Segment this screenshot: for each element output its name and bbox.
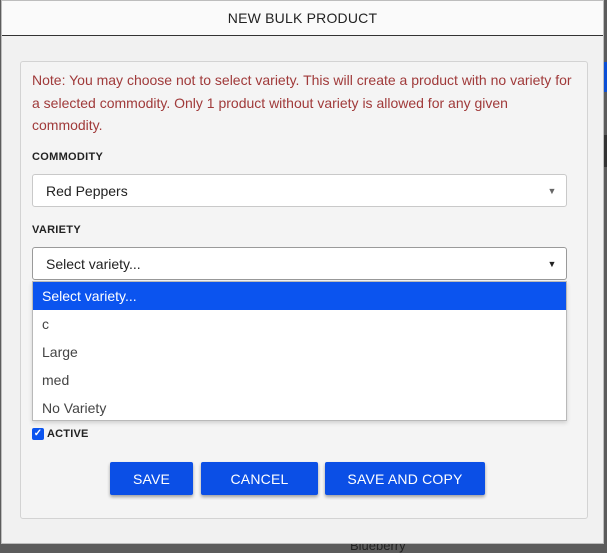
new-bulk-product-modal: NEW BULK PRODUCT Note: You may choose no…: [1, 0, 604, 544]
variety-option[interactable]: Large: [33, 338, 566, 366]
variety-dropdown-list: Select variety... c Large med No Variety: [32, 281, 567, 421]
commodity-select[interactable]: Red Peppers ▼: [32, 174, 567, 207]
modal-header: NEW BULK PRODUCT: [2, 1, 603, 36]
variety-note: Note: You may choose not to select varie…: [32, 72, 572, 133]
variety-option[interactable]: Select variety...: [33, 282, 566, 310]
checkbox-checked-icon[interactable]: ✓: [32, 428, 44, 440]
variety-option[interactable]: No Variety: [33, 394, 566, 422]
caret-down-icon: ▼: [547, 185, 557, 196]
caret-down-icon: ▼: [547, 258, 557, 269]
form-panel: Note: You may choose not to select varie…: [20, 61, 588, 519]
active-label: ACTIVE: [47, 428, 89, 440]
variety-select-value: Select variety...: [46, 256, 141, 272]
save-button[interactable]: SAVE: [110, 462, 193, 495]
variety-label: VARIETY: [32, 224, 81, 236]
active-checkbox-row[interactable]: ✓ ACTIVE: [32, 428, 89, 440]
variety-option[interactable]: med: [33, 366, 566, 394]
variety-option[interactable]: c: [33, 310, 566, 338]
commodity-select-value: Red Peppers: [46, 183, 128, 199]
cancel-button[interactable]: CANCEL: [201, 462, 318, 495]
save-and-copy-button[interactable]: SAVE AND COPY: [325, 462, 485, 495]
modal-title: NEW BULK PRODUCT: [227, 10, 378, 26]
variety-select[interactable]: Select variety... ▼: [32, 247, 567, 280]
commodity-label: COMMODITY: [32, 151, 104, 163]
